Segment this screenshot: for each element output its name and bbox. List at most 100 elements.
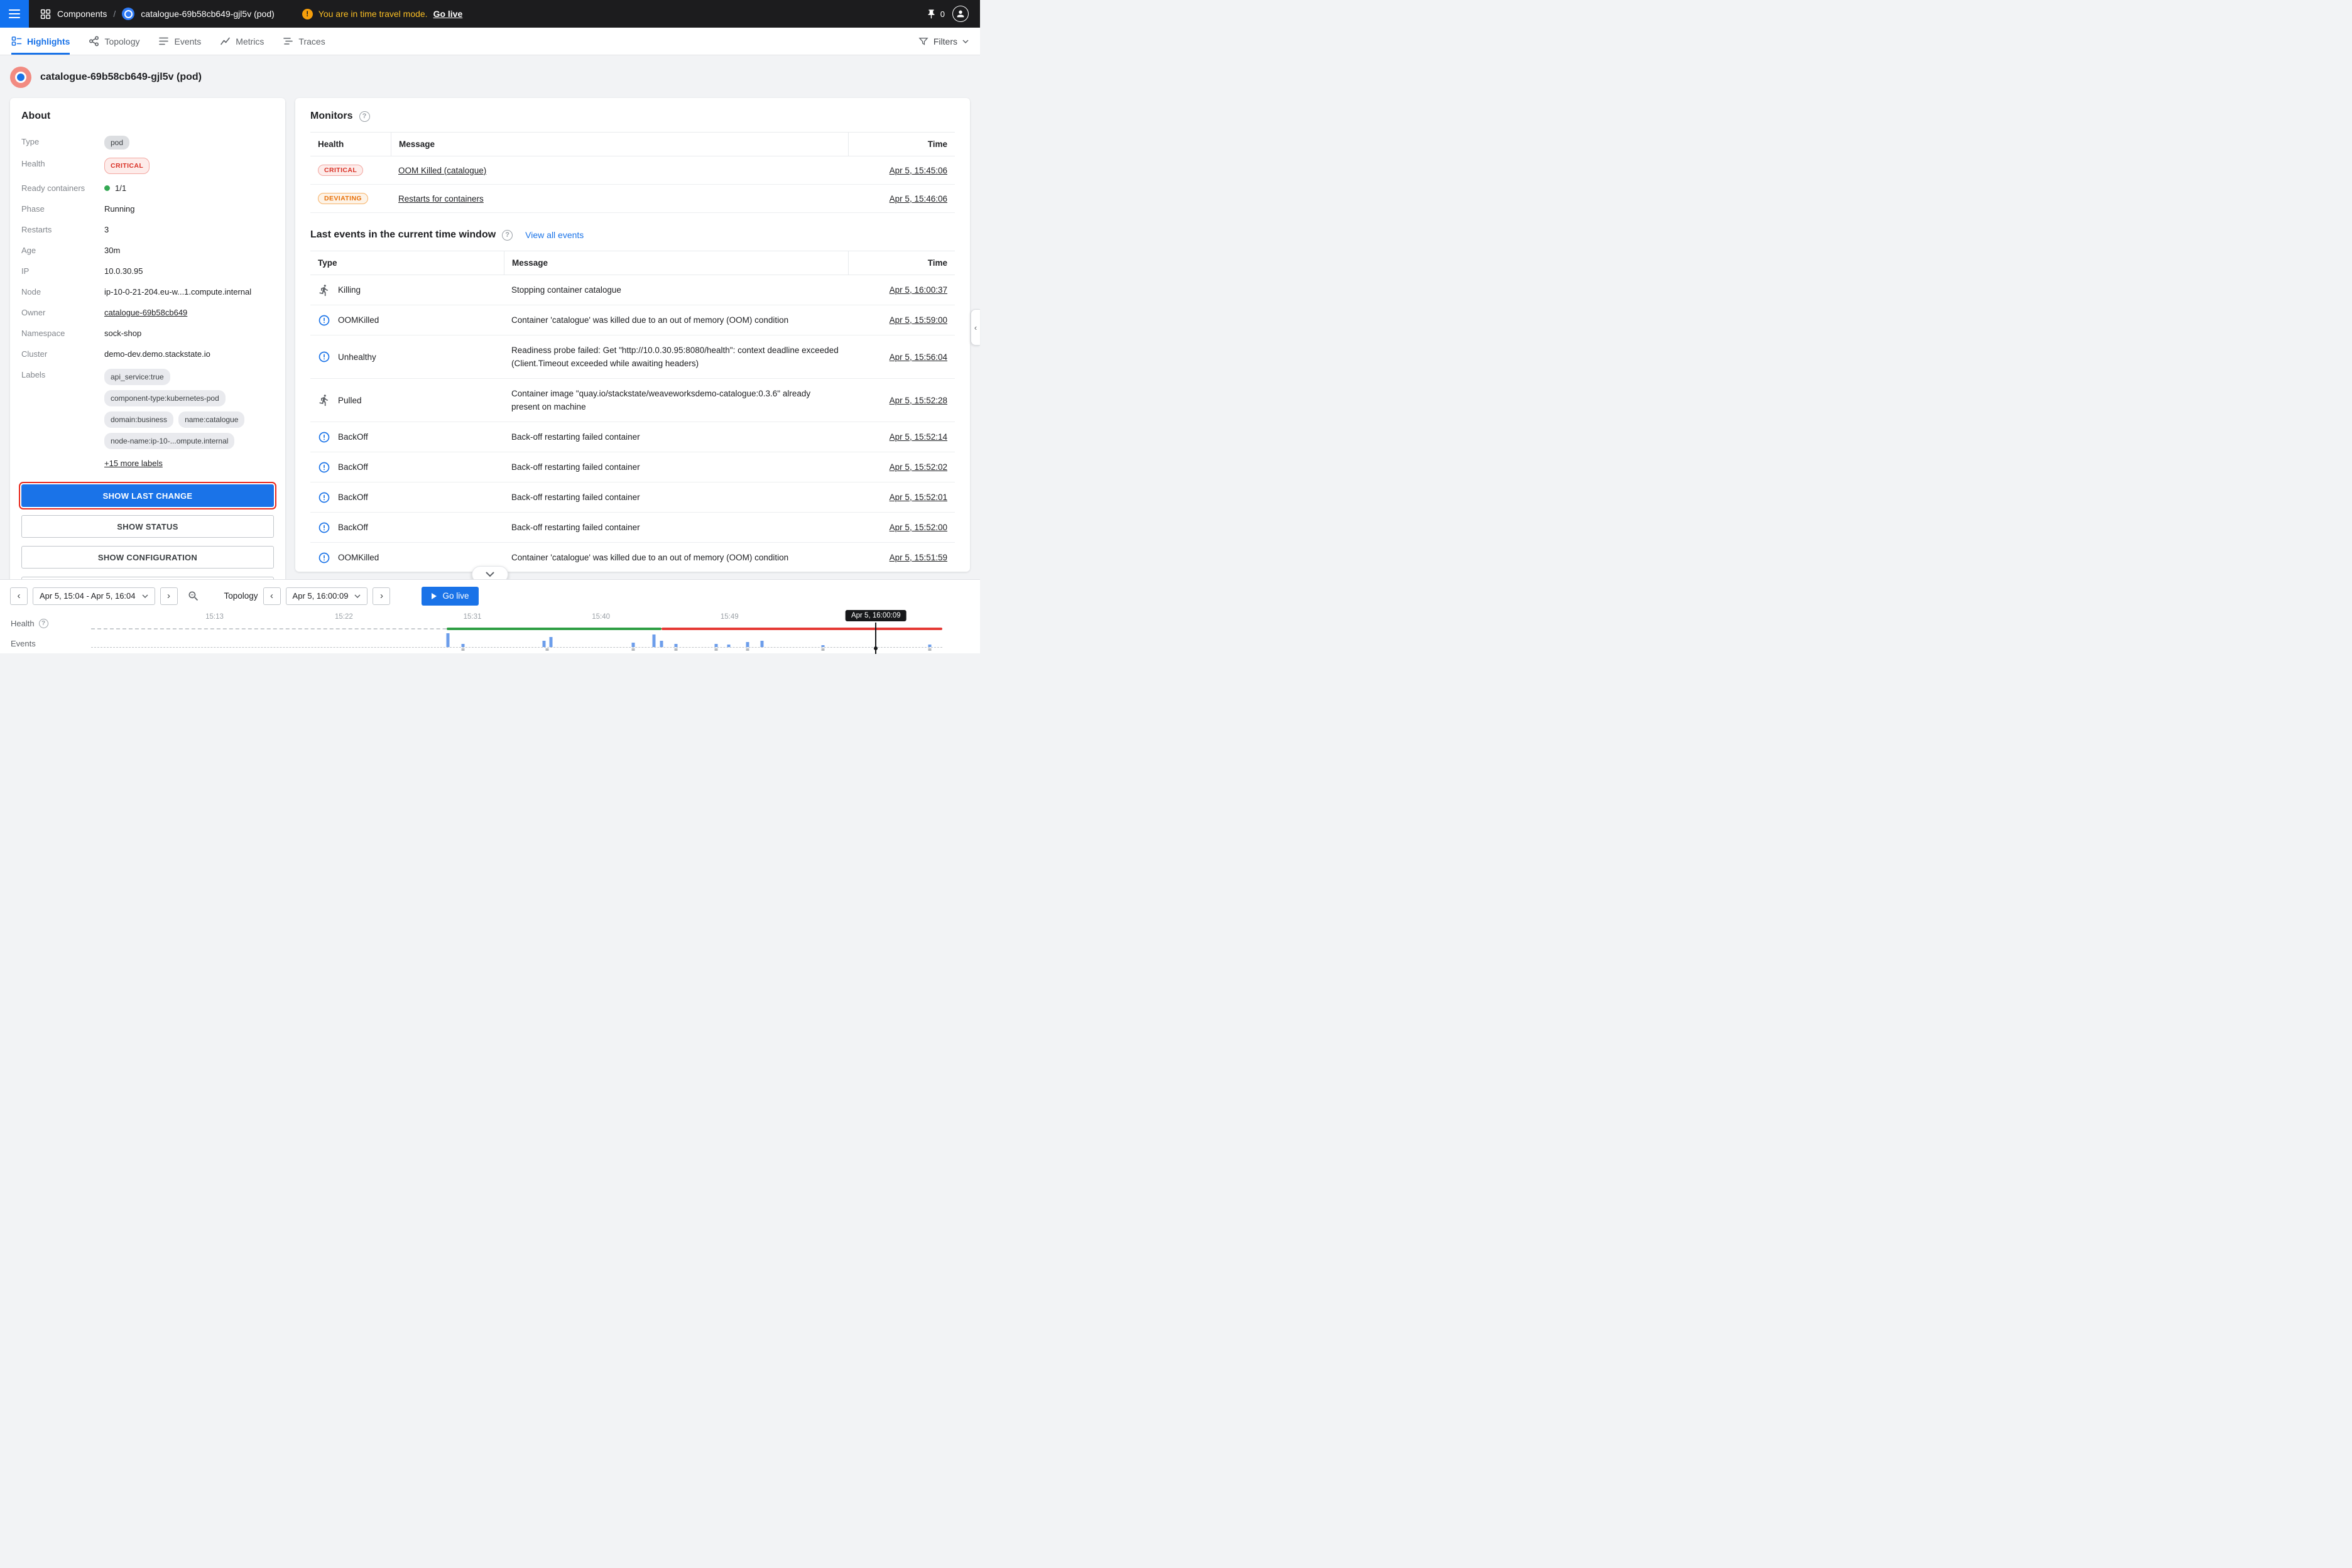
health-row-label: Health ? xyxy=(11,619,48,628)
monitor-time-link[interactable]: Apr 5, 15:46:06 xyxy=(890,194,947,204)
event-time-link[interactable]: Apr 5, 15:52:02 xyxy=(890,462,947,472)
monitor-message-link[interactable]: Restarts for containers xyxy=(398,194,484,204)
event-minor-mark xyxy=(546,648,549,651)
event-row: BackOff Back-off restarting failed conta… xyxy=(310,482,955,513)
label-pill: component-type:kubernetes-pod xyxy=(104,390,226,406)
help-icon[interactable]: ? xyxy=(39,619,48,628)
event-type-icon xyxy=(318,461,330,474)
time-marker-tooltip: Apr 5, 16:00:09 xyxy=(846,610,906,621)
tab-label: Topology xyxy=(104,36,139,46)
hamburger-bar xyxy=(9,13,20,14)
tab[interactable]: Highlights xyxy=(11,28,70,55)
tab-label: Highlights xyxy=(27,36,70,46)
pod-icon xyxy=(122,8,134,20)
range-prev-button[interactable]: ‹ xyxy=(10,587,28,605)
topology-time-select[interactable]: Apr 5, 16:00:09 xyxy=(286,587,368,605)
monitors-rows: CRITICAL OOM Killed (catalogue) Apr 5, 1… xyxy=(310,156,955,213)
avatar[interactable] xyxy=(952,6,969,22)
monitors-title: Monitors xyxy=(310,111,353,122)
field-label: Restarts xyxy=(21,224,104,236)
event-time-link[interactable]: Apr 5, 15:52:14 xyxy=(890,432,947,442)
breadcrumb-components[interactable]: Components xyxy=(57,9,107,19)
view-all-events-link[interactable]: View all events xyxy=(525,230,584,240)
tab[interactable]: Topology xyxy=(89,28,139,55)
events-baseline xyxy=(91,647,942,648)
breadcrumb-entity: catalogue-69b58cb649-gjl5v (pod) xyxy=(141,9,274,19)
event-bar xyxy=(462,644,465,647)
event-message: Readiness probe failed: Get "http://10.0… xyxy=(504,335,848,378)
field-label: Type xyxy=(21,136,104,150)
event-time-link[interactable]: Apr 5, 15:59:00 xyxy=(890,315,947,325)
monitor-time-link[interactable]: Apr 5, 15:45:06 xyxy=(890,166,947,175)
main-content: catalogue-69b58cb649-gjl5v (pod) About T… xyxy=(0,55,980,579)
field-value: 3 xyxy=(104,224,109,236)
show-last-change-button[interactable]: SHOW LAST CHANGE xyxy=(21,484,274,507)
range-next-button[interactable]: › xyxy=(160,587,178,605)
event-type-label: Pulled xyxy=(338,396,362,405)
event-time-link[interactable]: Apr 5, 15:52:01 xyxy=(890,493,947,502)
go-live-link[interactable]: Go live xyxy=(433,9,463,19)
event-time-link[interactable]: Apr 5, 15:52:00 xyxy=(890,523,947,532)
health-label-text: Health xyxy=(11,619,35,628)
monitor-message-link[interactable]: OOM Killed (catalogue) xyxy=(398,166,486,175)
help-icon[interactable]: ? xyxy=(502,230,513,241)
event-row: Unhealthy Readiness probe failed: Get "h… xyxy=(310,335,955,379)
timeline-canvas[interactable]: 15:1315:2215:3115:4015:49 Apr 5, 16:00:0… xyxy=(91,609,942,654)
event-message: Container image "quay.io/stackstate/weav… xyxy=(504,379,848,422)
time-range-select[interactable]: Apr 5, 15:04 - Apr 5, 16:04 xyxy=(33,587,155,605)
topology-time-next-button[interactable]: › xyxy=(373,587,390,605)
event-message: Stopping container catalogue xyxy=(504,275,848,305)
event-bar xyxy=(714,644,717,647)
monitors-header: Monitors ? xyxy=(310,111,955,122)
time-range-value: Apr 5, 15:04 - Apr 5, 16:04 xyxy=(40,591,136,601)
go-live-button[interactable]: Go live xyxy=(422,587,479,606)
about-panel: About Type pod Health CRITICAL Ready con… xyxy=(10,98,285,579)
time-travel-message: You are in time travel mode. xyxy=(318,9,428,19)
column-header: Message xyxy=(504,251,848,275)
time-tick: 15:49 xyxy=(721,613,739,621)
monitors-table-header: Health Message Time xyxy=(310,132,955,156)
event-time-link[interactable]: Apr 5, 15:51:59 xyxy=(890,553,947,562)
event-bar xyxy=(760,641,763,647)
collapse-sidebar-handle[interactable]: ‹ xyxy=(971,309,980,346)
event-time-link[interactable]: Apr 5, 16:00:37 xyxy=(890,285,947,295)
filters-button[interactable]: Filters xyxy=(918,28,969,55)
events-row-label: Events xyxy=(11,639,36,648)
tab-label: Metrics xyxy=(236,36,264,46)
owner-link[interactable]: catalogue-69b58cb649 xyxy=(104,308,187,317)
help-icon[interactable]: ? xyxy=(359,111,370,122)
hamburger-menu-button[interactable] xyxy=(0,0,29,28)
show-status-button[interactable]: SHOW STATUS xyxy=(21,515,274,538)
topology-time-prev-button[interactable]: ‹ xyxy=(263,587,281,605)
events-title: Last events in the current time window xyxy=(310,229,496,241)
events-table-header: Type Message Time xyxy=(310,251,955,275)
time-marker-line[interactable] xyxy=(875,623,876,654)
event-row: Killing Stopping container catalogue Apr… xyxy=(310,275,955,305)
show-configuration-button[interactable]: SHOW CONFIGURATION xyxy=(21,546,274,569)
tab[interactable]: Events xyxy=(158,28,201,55)
breadcrumb-separator: / xyxy=(113,9,116,19)
pin-count: 0 xyxy=(940,9,945,19)
tab-icon xyxy=(283,36,293,46)
pin-button[interactable]: 0 xyxy=(926,9,945,19)
about-title: About xyxy=(21,111,274,122)
event-type-icon xyxy=(318,491,330,504)
tab[interactable]: Metrics xyxy=(220,28,264,55)
field-label: Health xyxy=(21,158,104,174)
time-tick: 15:13 xyxy=(205,613,224,621)
tab[interactable]: Traces xyxy=(283,28,325,55)
hamburger-bar xyxy=(9,9,20,11)
events-header: Last events in the current time window ?… xyxy=(310,229,955,241)
monitor-row: CRITICAL OOM Killed (catalogue) Apr 5, 1… xyxy=(310,156,955,185)
components-icon xyxy=(40,9,51,19)
events-table: Type Message Time Killing xyxy=(310,251,955,572)
event-time-link[interactable]: Apr 5, 15:56:04 xyxy=(890,352,947,362)
monitors-table: Health Message Time CRITICAL OOM Killed … xyxy=(310,132,955,213)
field-label: Node xyxy=(21,286,104,298)
more-labels-link[interactable]: +15 more labels xyxy=(104,459,163,468)
event-bar xyxy=(652,634,655,647)
topology-time-label: Topology xyxy=(224,591,258,601)
zoom-out-icon[interactable] xyxy=(184,587,203,605)
event-time-link[interactable]: Apr 5, 15:52:28 xyxy=(890,396,947,405)
chevron-down-icon xyxy=(354,594,361,598)
